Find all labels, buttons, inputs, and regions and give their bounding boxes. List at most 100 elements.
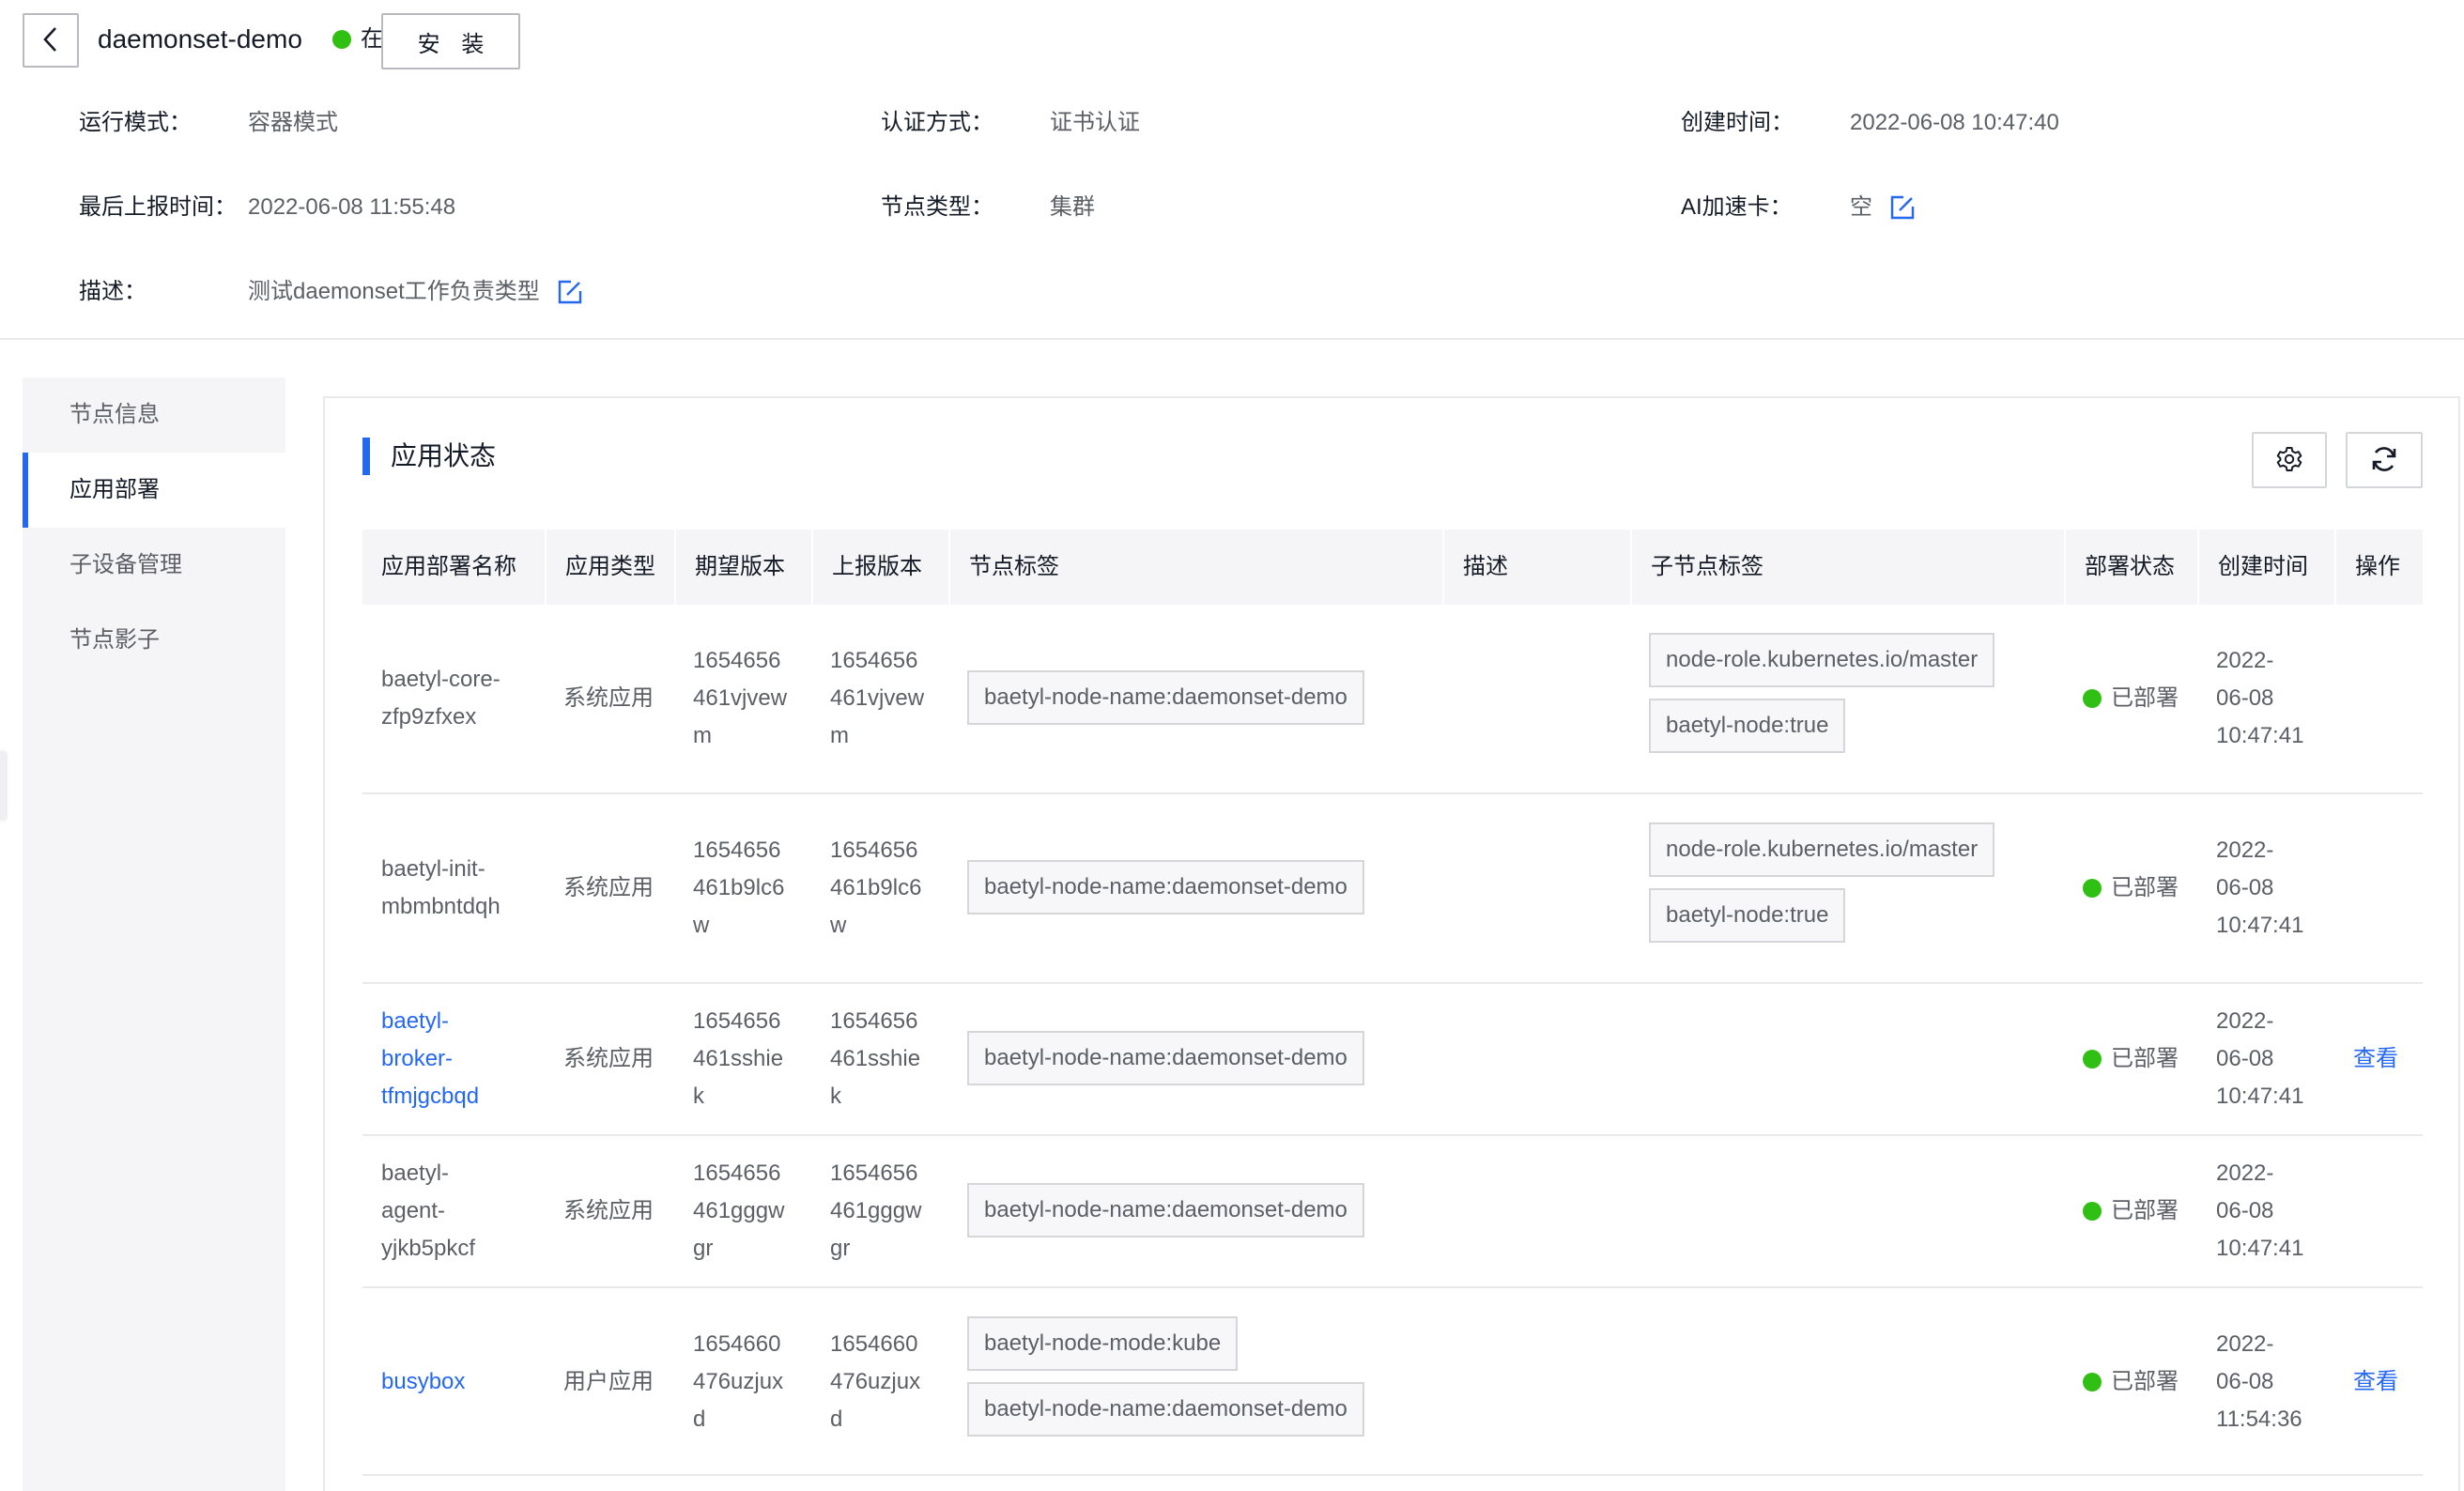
version-line: d (830, 1406, 843, 1432)
reported-version: 1654660 476uzjux d (830, 1326, 920, 1438)
table-row: baetyl-core- zfp9zfxex 系统应用 1654656 461v… (362, 605, 2423, 794)
app-name-line: agent- (381, 1198, 446, 1223)
expected-version: 1654656 461vjvew m (693, 642, 787, 755)
version-line: 461b9lc6 (830, 875, 922, 900)
sidebar-item-node-shadow[interactable]: 节点影子 (23, 603, 285, 678)
app-name-line: baetyl-core- (381, 667, 500, 692)
version-line: k (830, 1084, 841, 1109)
version-line: 1654656 (830, 1008, 918, 1034)
ai-card-field: 空 (1850, 191, 1916, 224)
created-time-value: 2022-06-08 10:47:40 (1850, 110, 2059, 135)
description-label: 描述： (79, 279, 146, 304)
app-type: 系统应用 (563, 685, 654, 711)
auth-value: 证书认证 (1050, 110, 1140, 135)
sub-node-label-tag: baetyl-node:true (1649, 888, 1846, 943)
settings-button[interactable] (2252, 432, 2327, 488)
back-button[interactable] (23, 13, 79, 68)
table-row: baetyl- agent- yjkb5pkcf 系统应用 1654656 46… (362, 1136, 2423, 1288)
edit-icon[interactable] (1889, 194, 1916, 221)
version-line: 461b9lc6 (693, 875, 785, 900)
time-line: 06-08 (2216, 685, 2274, 711)
version-line: gr (830, 1236, 851, 1261)
version-line: 1654656 (830, 1161, 918, 1186)
status-dot-icon (2083, 1373, 2102, 1391)
version-line: gr (693, 1236, 714, 1261)
sidebar-item-sub-devices[interactable]: 子设备管理 (23, 528, 285, 603)
status-dot-icon (2083, 689, 2102, 708)
expected-version: 1654656 461b9lc6 w (693, 832, 784, 945)
app-name-line: baetyl-init- (381, 856, 485, 882)
sub-node-label-tag: baetyl-node:true (1649, 699, 1846, 753)
panel-title: 应用状态 (391, 441, 497, 470)
deploy-status: 已部署 (2083, 869, 2179, 907)
version-line: m (693, 723, 712, 748)
auth-label: 认证方式： (881, 110, 993, 135)
version-line: 1654656 (693, 648, 781, 673)
version-line: w (693, 913, 710, 938)
app-name-cell: baetyl-init- mbmbntdqh (381, 851, 500, 926)
edit-icon[interactable] (557, 279, 583, 305)
gear-icon (2275, 445, 2303, 476)
install-button[interactable]: 安 装 (381, 13, 520, 69)
version-line: 1654656 (830, 838, 918, 863)
created-time: 2022- 06-08 10:47:41 (2216, 1003, 2303, 1115)
sub-node-label-tag: node-role.kubernetes.io/master (1649, 822, 1995, 877)
created-time: 2022- 06-08 10:47:41 (2216, 642, 2303, 755)
deploy-status: 已部署 (2083, 680, 2179, 717)
deploy-status-label: 已部署 (2111, 685, 2179, 711)
version-line: 1654656 (693, 838, 781, 863)
time-line: 2022- (2216, 1331, 2274, 1357)
refresh-button[interactable] (2346, 432, 2423, 488)
sub-node-label-tag: node-role.kubernetes.io/master (1649, 633, 1995, 687)
sidebar-nav: 节点信息 应用部署 子设备管理 节点影子 (23, 377, 285, 1491)
app-name-line[interactable]: tfmjgcbqd (381, 1078, 479, 1115)
table-header: 应用部署名称 应用类型 期望版本 上报版本 节点标签 描述 子节点标签 部署状态… (362, 530, 2423, 605)
app-name-line[interactable]: baetyl- (381, 1003, 479, 1040)
app-type: 用户应用 (563, 1369, 654, 1394)
col-header-name: 应用部署名称 (381, 554, 516, 579)
created-time: 2022- 06-08 10:47:41 (2216, 832, 2303, 945)
time-line: 2022- (2216, 1008, 2274, 1034)
run-mode-value: 容器模式 (248, 110, 338, 135)
version-line: 461gggw (830, 1198, 922, 1223)
app-name-link[interactable]: baetyl- broker- tfmjgcbqd (381, 1003, 479, 1115)
reported-version: 1654656 461sshie k (830, 1003, 920, 1115)
node-header: daemonset-demo 在线 安 装 运行模式： 容器模式 认证方式： 证… (0, 0, 2464, 340)
app-name-line: mbmbntdqh (381, 894, 500, 919)
sidebar-item-node-info[interactable]: 节点信息 (23, 377, 285, 453)
node-label-tag: baetyl-node-name:daemonset-demo (967, 1382, 1364, 1437)
app-name-cell: baetyl- agent- yjkb5pkcf (381, 1155, 475, 1268)
time-line: 2022- (2216, 1161, 2274, 1186)
status-dot-icon (2083, 1050, 2102, 1068)
app-type: 系统应用 (563, 1046, 654, 1071)
description-value: 测试daemonset工作负责类型 (248, 279, 540, 304)
time-line: 10:47:41 (2216, 1236, 2304, 1261)
time-line: 10:47:41 (2216, 723, 2304, 748)
reported-version: 1654656 461b9lc6 w (830, 832, 921, 945)
col-header-node-labels: 节点标签 (948, 530, 1059, 605)
node-type-value: 集群 (1050, 194, 1095, 220)
time-line: 11:54:36 (2216, 1406, 2302, 1432)
app-name-link[interactable]: busybox (381, 1363, 465, 1401)
node-label-tag: baetyl-node-mode:kube (967, 1316, 1239, 1371)
edge-drawer-handle[interactable] (0, 751, 6, 821)
version-line: 461vjvew (830, 685, 925, 711)
deploy-status-label: 已部署 (2111, 875, 2179, 900)
sidebar-item-app-deploy[interactable]: 应用部署 (23, 453, 285, 528)
version-line: 461sshie (693, 1046, 784, 1071)
app-name-line: baetyl- (381, 1161, 450, 1186)
deploy-status-label: 已部署 (2111, 1198, 2179, 1223)
version-line: 461vjvew (693, 685, 788, 711)
refresh-icon (2369, 444, 2399, 477)
view-link[interactable]: 查看 (2353, 1040, 2398, 1078)
run-mode-label: 运行模式： (79, 110, 192, 135)
app-name-cell: baetyl-core- zfp9zfxex (381, 661, 500, 736)
app-name-line[interactable]: broker- (381, 1040, 479, 1078)
deploy-status: 已部署 (2083, 1192, 2179, 1230)
status-dot-icon (2083, 1202, 2102, 1221)
deploy-status-label: 已部署 (2111, 1046, 2179, 1071)
view-link[interactable]: 查看 (2353, 1363, 2398, 1401)
deploy-status-label: 已部署 (2111, 1369, 2179, 1394)
app-status-panel: 应用状态 应用部署名称 应用类型 期望版本 上报版本 节点标签 描述 子节点标签… (323, 396, 2460, 1491)
ai-card-value: 空 (1850, 194, 1872, 220)
